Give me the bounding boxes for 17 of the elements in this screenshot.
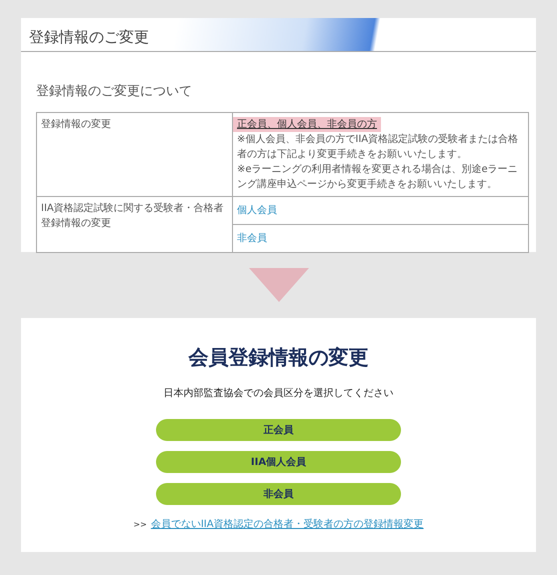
instruction-text: 日本内部監査協会での会員区分を選択してください [164,386,394,401]
member-type-button[interactable]: 正会員 [156,419,401,441]
note-text: ※個人会員、非会員の方でIIA資格認定試験の受験者または合格者の方は下記より変更手続きをお願いいたします。 [237,132,520,162]
prefix-text: >> [133,518,147,530]
member-link[interactable]: 個人会員 [237,200,277,220]
header-title: 登録情報のご変更 [29,26,149,48]
member-link[interactable]: 正会員、個人会員、非会員の方 [233,116,381,132]
member-type-button[interactable]: IIA個人会員 [156,451,401,473]
down-arrow-icon [248,268,308,302]
section-title: 登録情報のご変更について [36,83,193,101]
member-link[interactable]: 非会員 [237,228,267,248]
note-text: ※eラーニングの利用者情報を変更される場合は、別途eラーニング講座申込ページから変更手続きをお願いいたします。 [237,162,519,192]
row-label: IIA資格認定試験に関する受験者・合格者登録情報の変更 [36,196,232,252]
page-title: 会員登録情報の変更 [188,344,368,371]
row-label: 登録情報の変更 [36,112,232,196]
footer-link[interactable]: 会員でないIIA資格認定の合格者・受験者の方の登録情報変更 [150,517,424,532]
member-type-button[interactable]: 非会員 [156,483,401,505]
